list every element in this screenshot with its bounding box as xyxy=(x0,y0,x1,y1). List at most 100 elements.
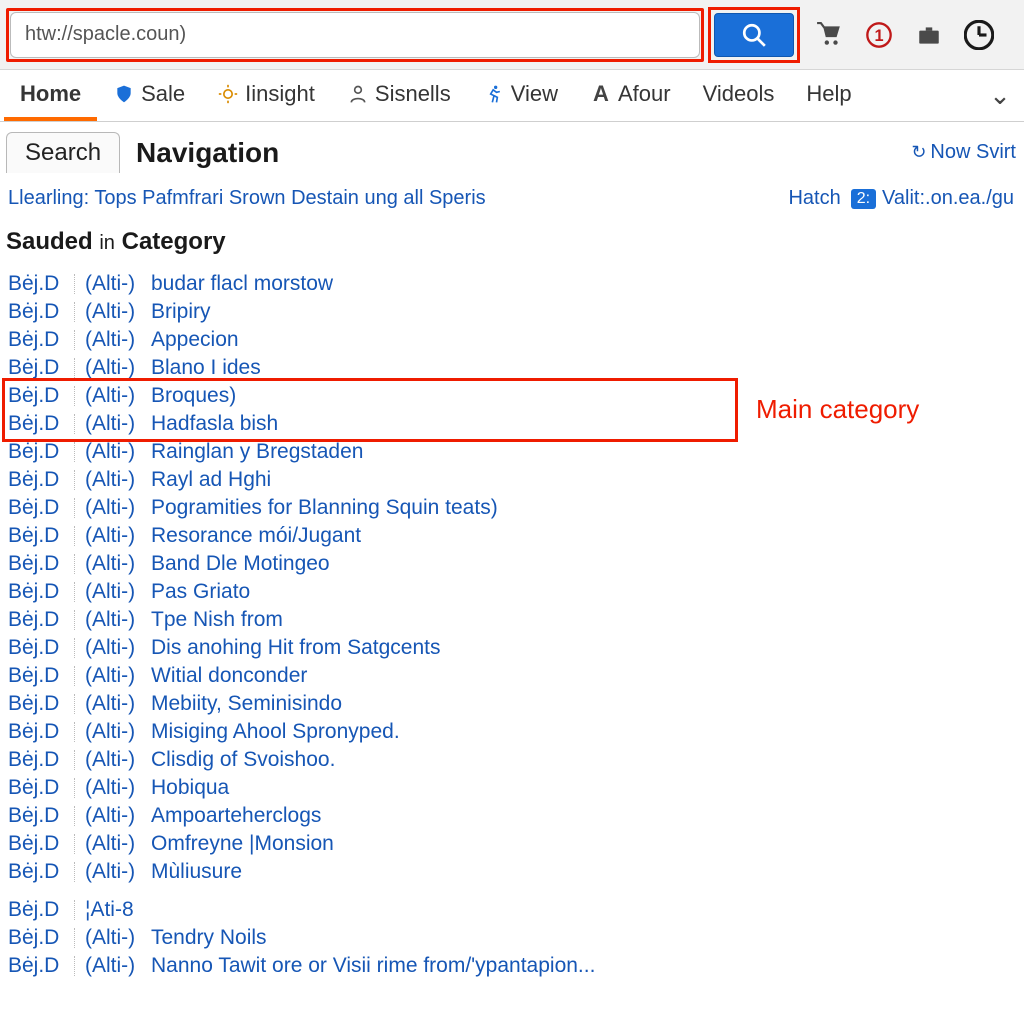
row-tag-b: (Alti-) xyxy=(85,776,141,800)
row-tag-b: (Alti-) xyxy=(85,496,141,520)
nav-label: Help xyxy=(806,81,851,107)
nav-home[interactable]: Home xyxy=(4,70,97,121)
category-name[interactable]: Resorance mói/Jugant xyxy=(151,524,361,548)
sun-icon xyxy=(217,83,239,105)
category-name[interactable]: Misiging Ahool Spronyped. xyxy=(151,720,400,744)
nav-sale[interactable]: Sale xyxy=(97,70,201,121)
category-row[interactable]: Bėj.D (Alti-) Pogramities for Blanning Squ… xyxy=(6,494,1016,522)
row-tag-a: Bėj.D xyxy=(8,692,64,716)
category-name[interactable]: Blano I ides xyxy=(151,356,261,380)
category-name[interactable]: Hobiqua xyxy=(151,776,229,800)
category-name[interactable]: Nanno Tawit ore or Visii rime from/'ypan… xyxy=(151,954,595,978)
category-row[interactable]: Bėj.D(Alti-)Mebiity, Seminisindo xyxy=(6,690,1016,718)
row-tag-a: Bėj.D xyxy=(8,356,64,380)
nav-insight[interactable]: Iinsight xyxy=(201,70,331,121)
category-row[interactable]: Bėj.D(Alti-)Blano I ides xyxy=(6,354,1016,382)
category-name[interactable]: Rainglan y Bregstaden xyxy=(151,440,363,464)
row-tag-a: Bėj.D xyxy=(8,776,64,800)
category-name[interactable]: Tpe Nish from xyxy=(151,608,283,632)
search-button[interactable] xyxy=(714,13,794,57)
category-name[interactable]: Mùliusure xyxy=(151,860,242,884)
row-tag-b: (Alti-) xyxy=(85,440,141,464)
row-tag-a: Bėj.D xyxy=(8,328,64,352)
breadcrumb-link[interactable]: Llearling: Tops Pafmfrari Srown Destain … xyxy=(8,187,486,210)
nav-label: Afour xyxy=(618,81,671,107)
category-row[interactable]: Bėj.D(Alti-)Pas Griato xyxy=(6,578,1016,606)
category-list: Main category Bėj.D(Alti-)budar flacl mo… xyxy=(6,270,1016,980)
category-name[interactable]: Appecion xyxy=(151,328,239,352)
hatch-link[interactable]: Hatch xyxy=(788,187,840,210)
nav-afour[interactable]: A Afour xyxy=(574,70,687,121)
category-row[interactable]: Bėj.D(Alti-)Rayl ad Hghi xyxy=(6,466,1016,494)
valit-link[interactable]: Valit:.on.ea./gu xyxy=(882,187,1014,210)
briefcase-icon[interactable] xyxy=(914,20,944,50)
nav-label: Sisnells xyxy=(375,81,451,107)
category-row[interactable]: Bėj.D(Alti-)Ampoarteherclogs xyxy=(6,802,1016,830)
url-input[interactable] xyxy=(10,12,700,58)
row-tag-b: ¦Ati-8 xyxy=(85,898,141,922)
clock-icon[interactable] xyxy=(964,20,994,50)
category-row[interactable]: Bėj.D(Alti-)Mùliusure xyxy=(6,858,1016,886)
category-name[interactable]: Bripiry xyxy=(151,300,211,324)
category-name[interactable]: budar flacl morstow xyxy=(151,272,333,296)
cart-icon[interactable] xyxy=(814,20,844,50)
category-row[interactable]: Bėj.D(Alti-)Dis anohing Hit from Satgcen… xyxy=(6,634,1016,662)
category-name[interactable]: Pas Griato xyxy=(151,580,250,604)
alert-badge-icon[interactable]: 1 xyxy=(864,20,894,50)
category-name[interactable]: Witial donconder xyxy=(151,664,307,688)
row-tag-a: Bėj.D xyxy=(8,272,64,296)
shield-icon xyxy=(113,83,135,105)
category-row[interactable]: Bėj.D(Alti-)Resorance mói/Jugant xyxy=(6,522,1016,550)
category-row[interactable]: Bėj.D(Alti-)Clisdig of Svoishoo. xyxy=(6,746,1016,774)
tab-search[interactable]: Search xyxy=(6,132,120,173)
category-row[interactable]: Bėj.D (Alti-) Appecion xyxy=(6,326,1016,354)
nav-label: View xyxy=(511,81,558,107)
category-name[interactable]: Pogramities for Blanning Squin teats) xyxy=(151,496,498,520)
row-tag-b: (Alti-) xyxy=(85,664,141,688)
category-row[interactable]: Bėj.D(Alti-)Tendry Noils xyxy=(6,924,1016,952)
category-row[interactable]: Bėj.D¦Ati-8 xyxy=(6,896,1016,924)
category-name[interactable]: Rayl ad Hghi xyxy=(151,468,271,492)
row-tag-a: Bėj.D xyxy=(8,832,64,856)
row-tag-a: Bėj.D xyxy=(8,524,64,548)
category-name[interactable]: Clisdig of Svoishoo. xyxy=(151,748,335,772)
category-row[interactable]: Bėj.D(Alti-)Omfreyne |Monsion xyxy=(6,830,1016,858)
category-row[interactable]: Bėj.D(Alti-)Band Dle Motingeo xyxy=(6,550,1016,578)
row-tag-b: (Alti-) xyxy=(85,328,141,352)
category-row[interactable]: Bėj.D (Alti-) budar flacl morstow xyxy=(6,270,1016,298)
row-tag-a: Bėj.D xyxy=(8,412,64,436)
row-tag-b: (Alti-) xyxy=(85,272,141,296)
category-row[interactable]: Bėj.D(Alti-)Witial donconder xyxy=(6,662,1016,690)
category-name[interactable]: Hadfasla bish xyxy=(151,412,278,436)
category-name[interactable]: Band Dle Motingeo xyxy=(151,552,330,576)
row-tag-a: Bėj.D xyxy=(8,636,64,660)
row-tag-b: (Alti-) xyxy=(85,860,141,884)
category-name[interactable]: Mebiity, Seminisindo xyxy=(151,692,342,716)
category-name[interactable]: Tendry Noils xyxy=(151,926,267,950)
row-tag-b: (Alti-) xyxy=(85,580,141,604)
category-name[interactable]: Broques) xyxy=(151,384,236,408)
category-row[interactable]: Bėj.D(Alti-)Tpe Nish from xyxy=(6,606,1016,634)
category-row[interactable]: Bėj.D(Alti-)Bripiry xyxy=(6,298,1016,326)
category-row[interactable]: Bėj.D(Alti-)Misiging Ahool Spronyped. xyxy=(6,718,1016,746)
row-tag-a: Bėj.D xyxy=(8,804,64,828)
row-tag-a: Bėj.D xyxy=(8,440,64,464)
row-tag-a: Bėj.D xyxy=(8,496,64,520)
now-start-link[interactable]: Now Svirt xyxy=(911,141,1016,164)
nav-overflow[interactable]: ⌄ xyxy=(980,70,1020,121)
row-tag-b: (Alti-) xyxy=(85,926,141,950)
category-name[interactable]: Ampoarteherclogs xyxy=(151,804,321,828)
tab-row: Search Navigation Now Svirt xyxy=(6,132,1016,173)
category-row[interactable]: Bėj.D (Alti-) Hobiqua xyxy=(6,774,1016,802)
nav-view[interactable]: View xyxy=(467,70,574,121)
section-title: Sauded in Category xyxy=(6,220,1016,270)
nav-videos[interactable]: Videols xyxy=(687,70,791,121)
nav-sisnells[interactable]: Sisnells xyxy=(331,70,467,121)
category-row[interactable]: Bėj.D (Alti-) Rainglan y Bregstaden xyxy=(6,438,1016,466)
category-name[interactable]: Dis anohing Hit from Satgcents xyxy=(151,636,440,660)
url-bar-wrap xyxy=(10,12,700,58)
nav-help[interactable]: Help xyxy=(790,70,867,121)
category-name[interactable]: Omfreyne |Monsion xyxy=(151,832,334,856)
category-row[interactable]: Bėj.D(Alti-)Nanno Tawit ore or Visii rim… xyxy=(6,952,1016,980)
row-tag-a: Bėj.D xyxy=(8,552,64,576)
